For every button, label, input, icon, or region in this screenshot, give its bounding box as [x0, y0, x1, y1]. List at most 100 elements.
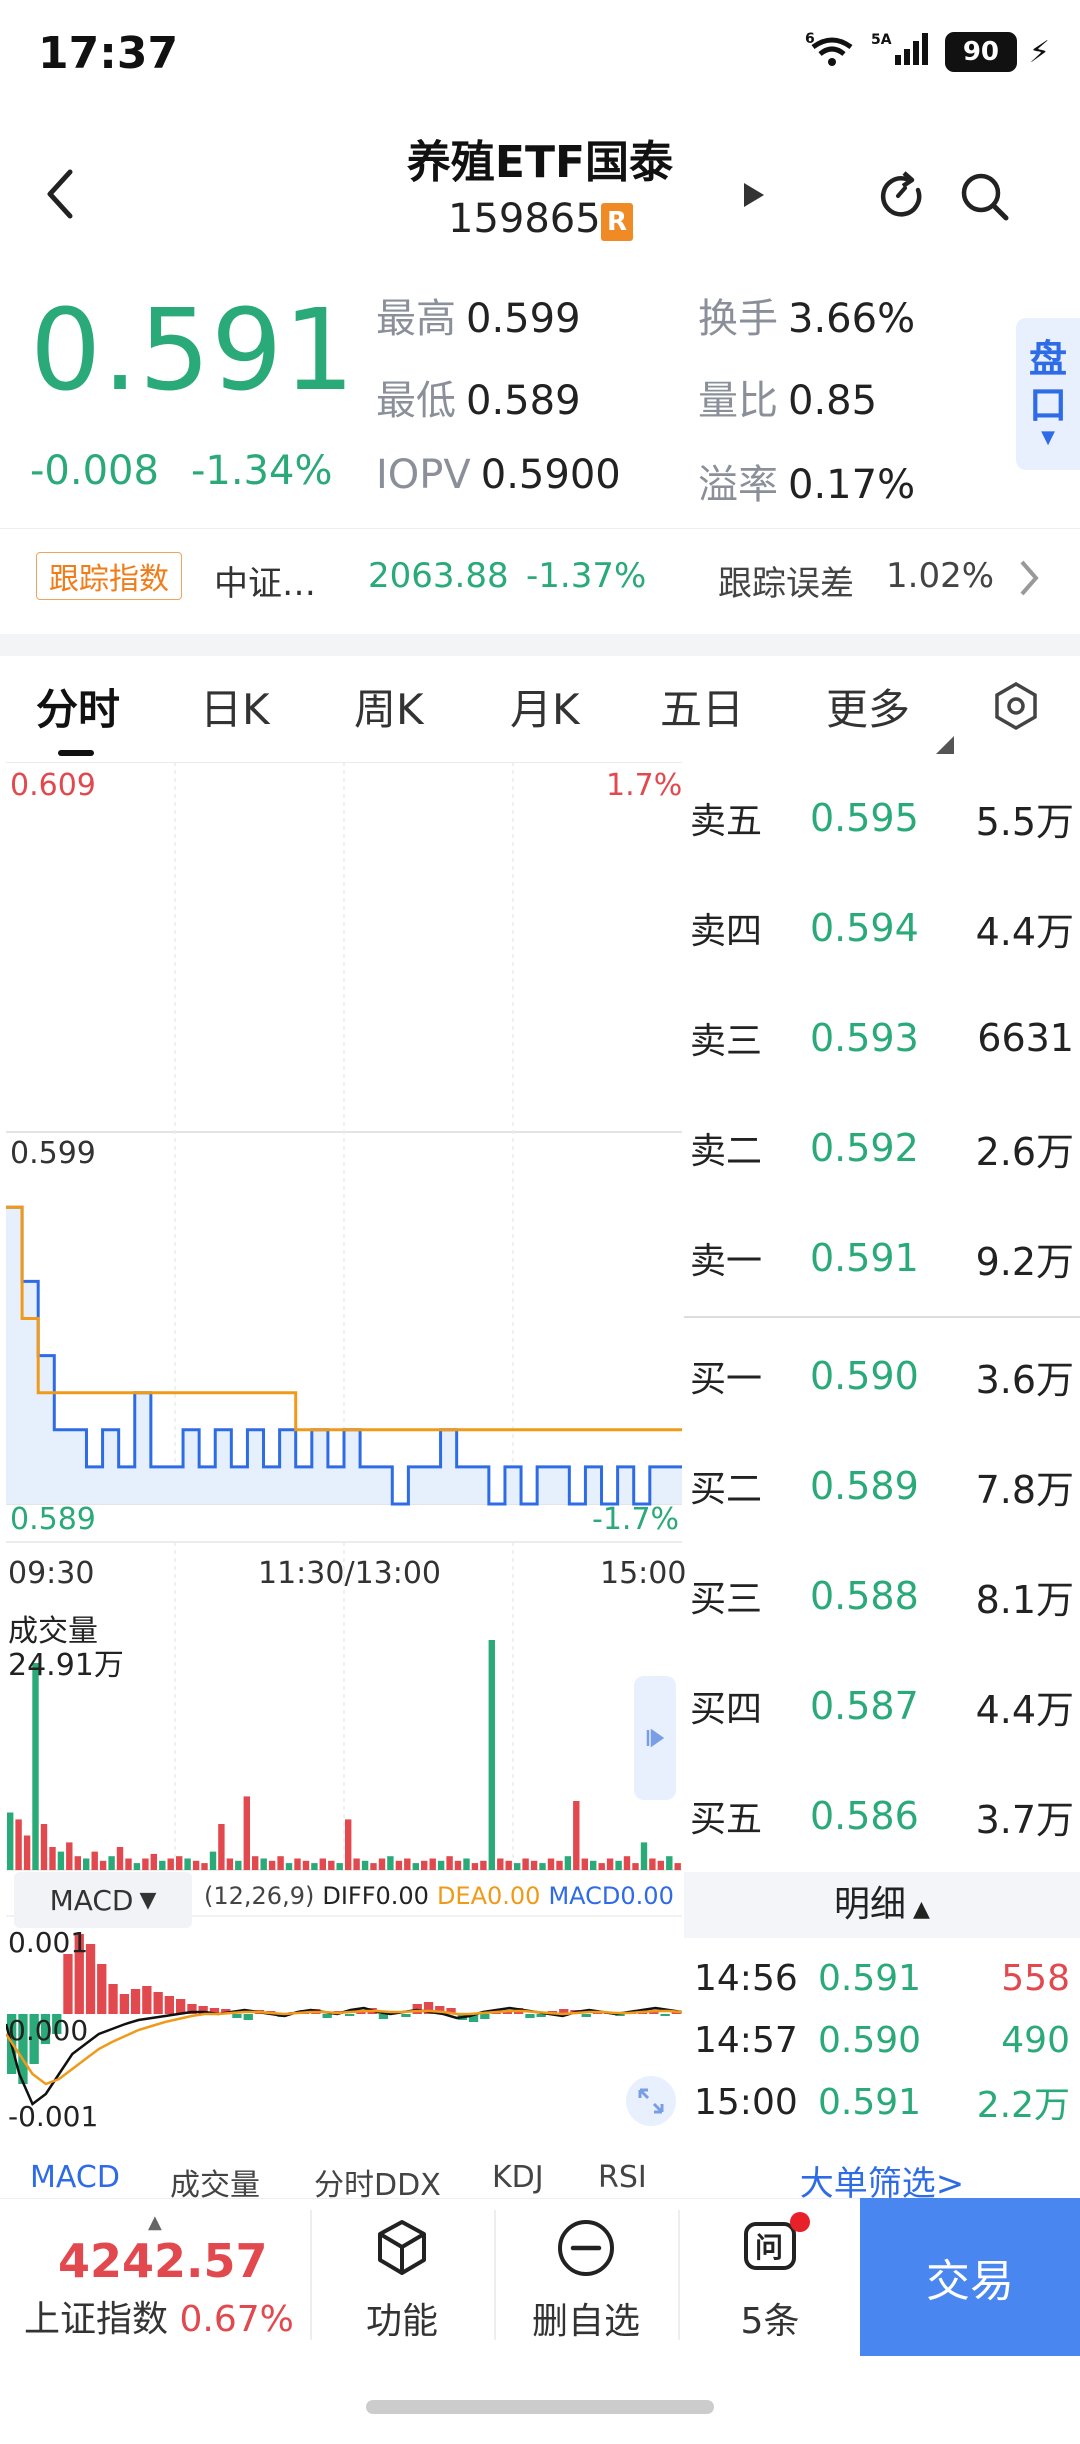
order-book-toggle[interactable]: 盘口 ▼ [1016, 318, 1080, 470]
ask-row[interactable]: 卖一 0.591 9.2万 [690, 1228, 1074, 1288]
volume-bar [666, 1856, 673, 1870]
level-price: 0.595 [810, 796, 919, 840]
remove-watchlist-button[interactable]: 删自选 [496, 2216, 676, 2344]
level-label: 卖二 [690, 1131, 763, 1172]
volume-bar [142, 1858, 149, 1870]
tick-row: 15:00 0.591 2.2万 [694, 2074, 1070, 2130]
macd-bar [153, 1992, 163, 2014]
indicator-select[interactable]: MACD ▼ [14, 1872, 192, 1928]
indicator-tab-macd[interactable]: MACD [30, 2160, 120, 2195]
volratio-label: 量比 [698, 378, 778, 424]
volume-bar [556, 1860, 563, 1870]
bid-row[interactable]: 买二 0.589 7.8万 [690, 1456, 1074, 1516]
caret-up-icon: ▲ [148, 2212, 162, 2233]
macd-axis-mid: 0.000 [8, 2014, 89, 2047]
volume-bar [125, 1858, 132, 1870]
battery-icon: 90 [944, 32, 1017, 72]
volume-bar [412, 1863, 419, 1870]
bid-row[interactable]: 买三 0.588 8.1万 [690, 1566, 1074, 1626]
tab-five-day[interactable]: 五日 [660, 676, 744, 737]
level-volume: 3.6万 [975, 1357, 1074, 1402]
level-label: 买二 [690, 1469, 763, 1510]
volume-bar [615, 1860, 622, 1870]
volume-bar [378, 1858, 386, 1870]
bid-row[interactable]: 买一 0.590 3.6万 [690, 1346, 1074, 1406]
low-value: 0.589 [466, 378, 581, 424]
turnover-value: 3.66% [788, 296, 916, 342]
caret-down-icon: ▼ [1041, 427, 1055, 448]
expand-panel-button[interactable] [634, 1676, 676, 1800]
y-axis-top: 0.609 [10, 768, 96, 803]
intraday-chart[interactable] [6, 762, 682, 2182]
current-price: 0.591 [30, 286, 356, 416]
volume-bar [623, 1856, 631, 1870]
search-icon [961, 173, 1009, 221]
section-divider [0, 634, 1080, 656]
refresh-button[interactable] [876, 170, 928, 226]
level-volume: 4.4万 [975, 1687, 1074, 1732]
play-triangle-icon [744, 183, 764, 207]
volume-bar [57, 1851, 65, 1870]
ask-row[interactable]: 卖五 0.595 5.5万 [690, 788, 1074, 848]
tab-more[interactable]: 更多 [826, 676, 910, 737]
tick-price: 0.590 [818, 2019, 922, 2061]
volume-bar [83, 1858, 90, 1870]
signal-icon: 5A [871, 31, 933, 73]
volume-bar [573, 1801, 580, 1870]
messages-button[interactable]: 问 5条 [680, 2212, 860, 2344]
volume-bar [32, 1663, 39, 1870]
macd-bar [525, 2014, 535, 2018]
volume-bar [159, 1860, 166, 1870]
volume-bar [328, 1860, 335, 1870]
level-volume: 7.8万 [975, 1467, 1074, 1512]
indicator-select-label: MACD [49, 1883, 134, 1917]
high-value: 0.599 [466, 296, 581, 342]
search-button[interactable] [958, 170, 1014, 230]
volume-bar [218, 1824, 225, 1870]
volume-bar [387, 1856, 394, 1870]
y-axis-bottom: 0.589 [10, 1502, 96, 1537]
level-label: 卖四 [690, 911, 763, 952]
tab-daily-k[interactable]: 日K [200, 676, 270, 737]
premium-row: 溢率 0.17% [698, 452, 915, 510]
x-axis-start: 09:30 [8, 1556, 95, 1591]
tab-monthly-k[interactable]: 月K [510, 676, 580, 737]
bid-row[interactable]: 买五 0.586 3.7万 [690, 1786, 1074, 1846]
ask-row[interactable]: 卖二 0.592 2.6万 [690, 1118, 1074, 1178]
indicator-tab-kdj[interactable]: KDJ [492, 2160, 544, 2195]
macd-bar [142, 1986, 152, 2014]
tick-time: 14:57 [694, 2019, 798, 2061]
volume-bar [395, 1860, 403, 1870]
volume-bar [674, 1863, 681, 1870]
play-button[interactable] [740, 180, 768, 214]
index-ticker[interactable]: ▲ 4242.57 上证指数 0.67% [12, 2206, 304, 2346]
svg-text:5A: 5A [871, 32, 892, 48]
ask-row[interactable]: 卖三 0.593 6631 [690, 1008, 1074, 1068]
chart-settings-button[interactable] [990, 680, 1042, 736]
volume-bar [260, 1858, 267, 1870]
fullscreen-button[interactable] [626, 2076, 676, 2126]
volume-bar [226, 1858, 234, 1870]
tracking-error-label: 跟踪误差 [718, 564, 854, 604]
ask-row[interactable]: 卖四 0.594 4.4万 [690, 898, 1074, 958]
volume-bar [404, 1858, 411, 1870]
level-volume: 2.6万 [975, 1129, 1074, 1174]
volume-bar [74, 1856, 81, 1870]
level-label: 买一 [690, 1359, 763, 1400]
tab-intraday[interactable]: 分时 [36, 676, 120, 737]
indicator-tab-rsi[interactable]: RSI [598, 2160, 647, 2195]
tick-row: 14:57 0.590 490 [694, 2012, 1070, 2068]
tick-time: 15:00 [694, 2081, 798, 2123]
tab-weekly-k[interactable]: 周K [354, 676, 424, 737]
details-header[interactable]: 明细 ▲ [684, 1872, 1080, 1938]
trade-button[interactable]: 交易 [860, 2198, 1080, 2356]
volume-bar [480, 1860, 487, 1870]
macd-bar [581, 2014, 591, 2017]
volume-bar [632, 1863, 639, 1870]
remove-watchlist-label: 删自选 [531, 2301, 640, 2342]
level-label: 买三 [690, 1579, 763, 1620]
function-button[interactable]: 功能 [312, 2216, 492, 2344]
bid-row[interactable]: 买四 0.587 4.4万 [690, 1676, 1074, 1736]
charging-icon: ⚡ [1028, 34, 1050, 70]
volume-bar [209, 1851, 217, 1870]
